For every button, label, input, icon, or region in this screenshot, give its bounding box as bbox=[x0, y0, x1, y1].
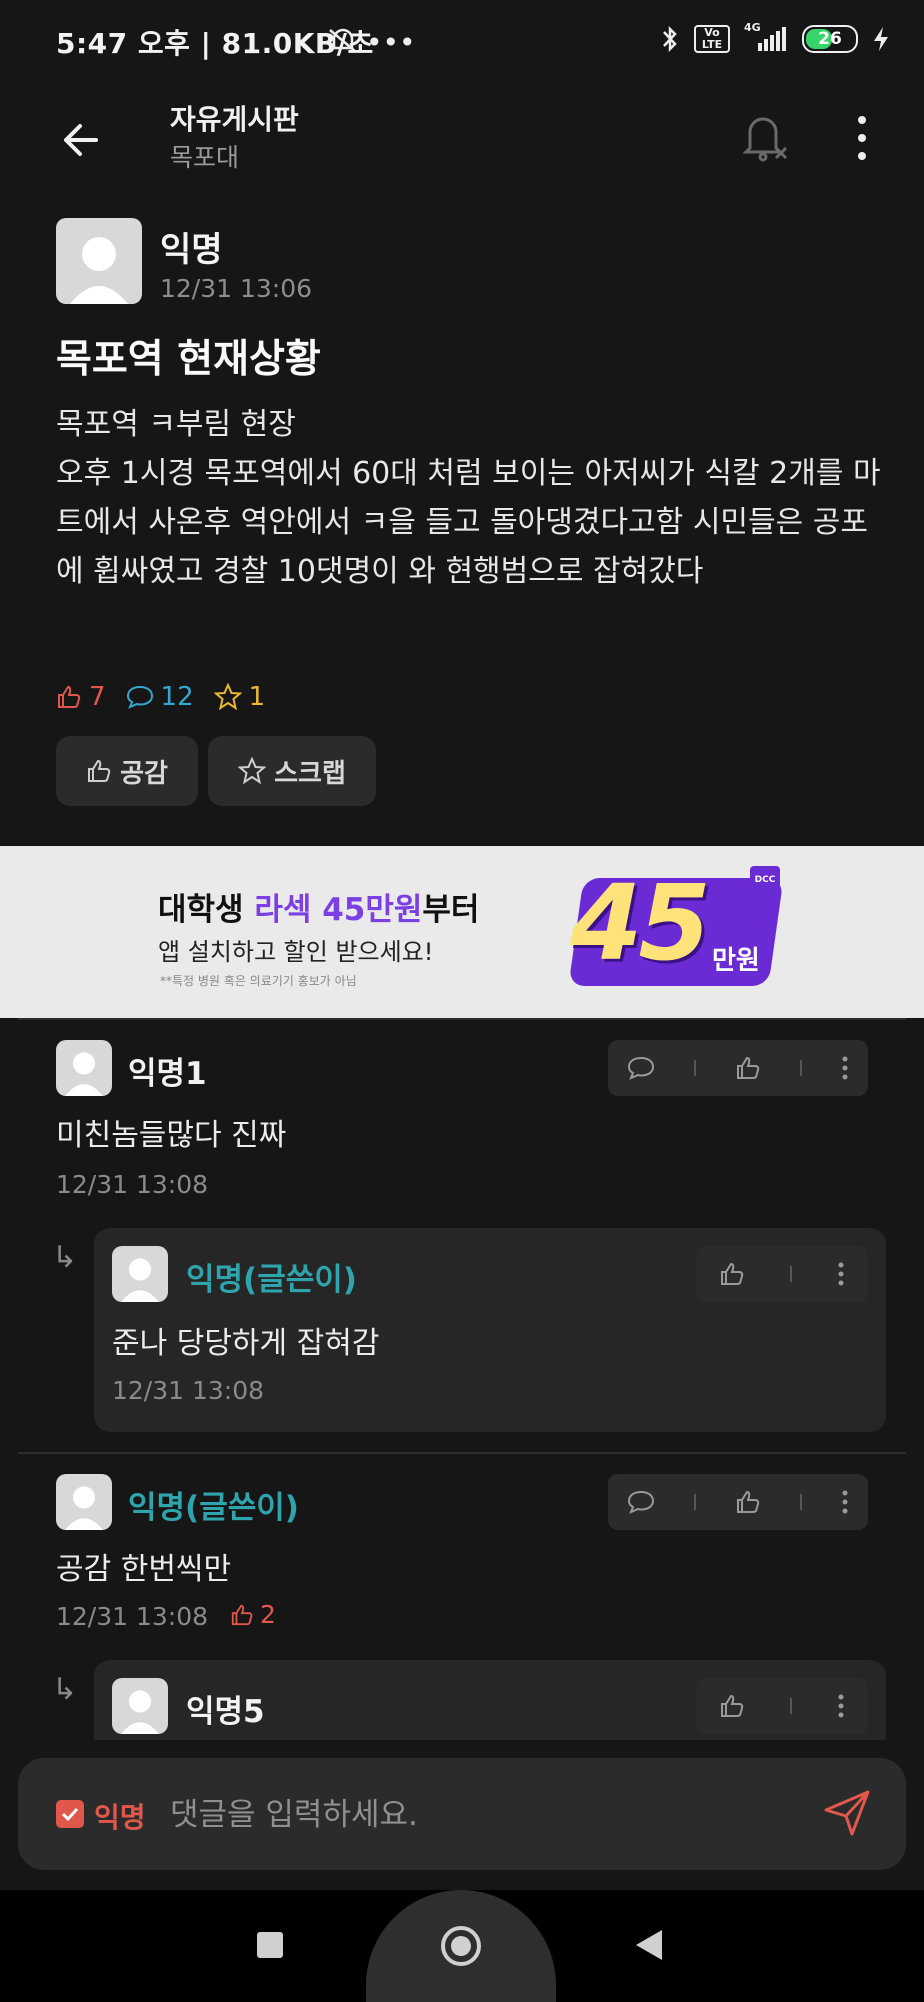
comment-like-icon[interactable] bbox=[735, 1489, 761, 1515]
status-icons: Vo LTE 4G 26 bbox=[660, 21, 890, 54]
reply-text: 준나 당당하게 잡혀감 bbox=[112, 1326, 380, 1361]
reply-actions bbox=[696, 1678, 868, 1734]
reply-comment-icon[interactable] bbox=[627, 1055, 655, 1081]
reply-more-icon[interactable] bbox=[837, 1693, 845, 1719]
reply-more-icon[interactable] bbox=[837, 1261, 845, 1287]
signal-icon: 4G bbox=[744, 21, 788, 53]
post-actions: 공감 스크랩 bbox=[56, 736, 376, 806]
comment-author: 익명(글쓴이) bbox=[128, 1490, 299, 1526]
home-button[interactable] bbox=[366, 1890, 556, 2002]
post-author-avatar bbox=[56, 218, 142, 304]
ad-banner[interactable]: 대학생 라섹 45만원부터 앱 설치하고 할인 받으세요! **특정 병원 혹은… bbox=[0, 846, 924, 1018]
like-count: 7 bbox=[56, 682, 106, 712]
comment-author: 익명1 bbox=[128, 1056, 207, 1092]
send-icon bbox=[824, 1790, 870, 1836]
comment-count: 12 bbox=[126, 682, 194, 712]
separator bbox=[694, 1060, 697, 1076]
reply-author: 익명5 bbox=[186, 1694, 265, 1730]
more-notifications-icon: ••• bbox=[366, 26, 416, 59]
divider bbox=[18, 1452, 906, 1454]
star-icon bbox=[213, 683, 242, 711]
check-icon bbox=[61, 1807, 79, 1822]
status-bar: 5:47 오후 | 81.0KB/초 ••• Vo LTE 4G 26 bbox=[0, 0, 924, 86]
comment-text: 미친놈들많다 진짜 bbox=[56, 1118, 287, 1153]
battery-icon: 26 bbox=[802, 25, 858, 53]
reply-avatar bbox=[112, 1246, 168, 1302]
reply-author: 익명(글쓴이) bbox=[186, 1262, 357, 1298]
post-title: 목포역 현재상황 bbox=[56, 337, 321, 382]
bluetooth-icon bbox=[663, 25, 677, 53]
board-title: 자유게시판 bbox=[170, 103, 299, 136]
reply-arrow-icon: ↳ bbox=[52, 1672, 78, 1707]
triangle-back-icon bbox=[636, 1930, 662, 1960]
ad-disclaimer: **특정 병원 혹은 의료기기 홍보가 아님 bbox=[160, 974, 357, 988]
reply-like-icon[interactable] bbox=[719, 1261, 745, 1287]
reply-like-icon[interactable] bbox=[719, 1693, 745, 1719]
reply-time: 12/31 13:08 bbox=[112, 1376, 265, 1405]
comment-more-icon[interactable] bbox=[841, 1055, 849, 1081]
bell-off-icon bbox=[742, 117, 788, 162]
arrow-left-icon bbox=[64, 124, 98, 156]
reply-comment-icon[interactable] bbox=[627, 1489, 655, 1515]
more-menu-button[interactable] bbox=[852, 110, 872, 166]
mute-icon bbox=[326, 26, 360, 60]
post-time: 12/31 13:06 bbox=[160, 274, 313, 303]
ad-badge: DCC bbox=[750, 866, 780, 894]
post-body: 목포역 ㅋ부림 현장 오후 1시경 목포역에서 60대 처럼 보이는 아저씨가 … bbox=[56, 407, 881, 589]
comment-icon bbox=[126, 685, 153, 709]
post-stats: 7 12 1 bbox=[56, 682, 265, 712]
thumbs-up-icon bbox=[88, 759, 111, 782]
back-button[interactable] bbox=[56, 114, 108, 166]
comment-avatar bbox=[56, 1474, 112, 1530]
send-button[interactable] bbox=[822, 1788, 872, 1838]
divider bbox=[18, 1018, 906, 1020]
comment-actions bbox=[608, 1474, 868, 1530]
scrap-count: 1 bbox=[213, 682, 265, 712]
reply-avatar bbox=[112, 1678, 168, 1734]
ad-title: 대학생 라섹 45만원부터 bbox=[158, 892, 480, 928]
star-icon bbox=[238, 757, 267, 785]
separator bbox=[789, 1266, 792, 1282]
like-button[interactable]: 공감 bbox=[56, 736, 198, 806]
comment-time: 12/31 13:08 bbox=[56, 1170, 209, 1199]
anonymous-checkbox[interactable] bbox=[56, 1800, 84, 1828]
reply-container: 익명5 bbox=[94, 1660, 886, 1740]
recent-apps-button[interactable] bbox=[257, 1932, 283, 1958]
comment-actions bbox=[608, 1040, 868, 1096]
reply-container: 익명(글쓴이) 준나 당당하게 잡혀감 12/31 13:08 bbox=[94, 1228, 886, 1432]
comment-composer: 익명 bbox=[18, 1758, 906, 1870]
comment-time: 12/31 13:08 bbox=[56, 1602, 209, 1631]
app-bar: 자유게시판 목포대 bbox=[0, 86, 924, 186]
anonymous-label: 익명 bbox=[94, 1801, 146, 1834]
ad-subtitle: 앱 설치하고 할인 받으세요! bbox=[158, 938, 434, 966]
system-nav-bar bbox=[0, 1890, 924, 2002]
comment-input[interactable] bbox=[168, 1784, 792, 1846]
separator bbox=[789, 1698, 792, 1714]
thumbs-up-icon bbox=[58, 685, 81, 708]
board-school: 목포대 bbox=[170, 143, 240, 172]
post-author: 익명 bbox=[160, 230, 223, 270]
separator bbox=[799, 1060, 802, 1076]
comment-text: 공감 한번씩만 bbox=[56, 1552, 232, 1587]
charging-icon bbox=[874, 27, 888, 51]
reply-arrow-icon: ↳ bbox=[52, 1240, 78, 1275]
comment-like-count: 2 bbox=[230, 1600, 276, 1629]
comment-avatar bbox=[56, 1040, 112, 1096]
scrap-button[interactable]: 스크랩 bbox=[208, 736, 376, 806]
comment-like-icon[interactable] bbox=[735, 1055, 761, 1081]
thumbs-up-icon bbox=[231, 1604, 253, 1625]
more-vertical-icon bbox=[858, 116, 866, 160]
separator bbox=[694, 1494, 697, 1510]
reply-actions bbox=[696, 1246, 868, 1302]
comment-more-icon[interactable] bbox=[841, 1489, 849, 1515]
home-circle-icon bbox=[441, 1926, 481, 1966]
system-back-button[interactable] bbox=[634, 1928, 664, 1962]
volte-badge: Vo LTE bbox=[694, 25, 730, 53]
separator bbox=[799, 1494, 802, 1510]
notification-toggle-button[interactable] bbox=[740, 108, 790, 164]
